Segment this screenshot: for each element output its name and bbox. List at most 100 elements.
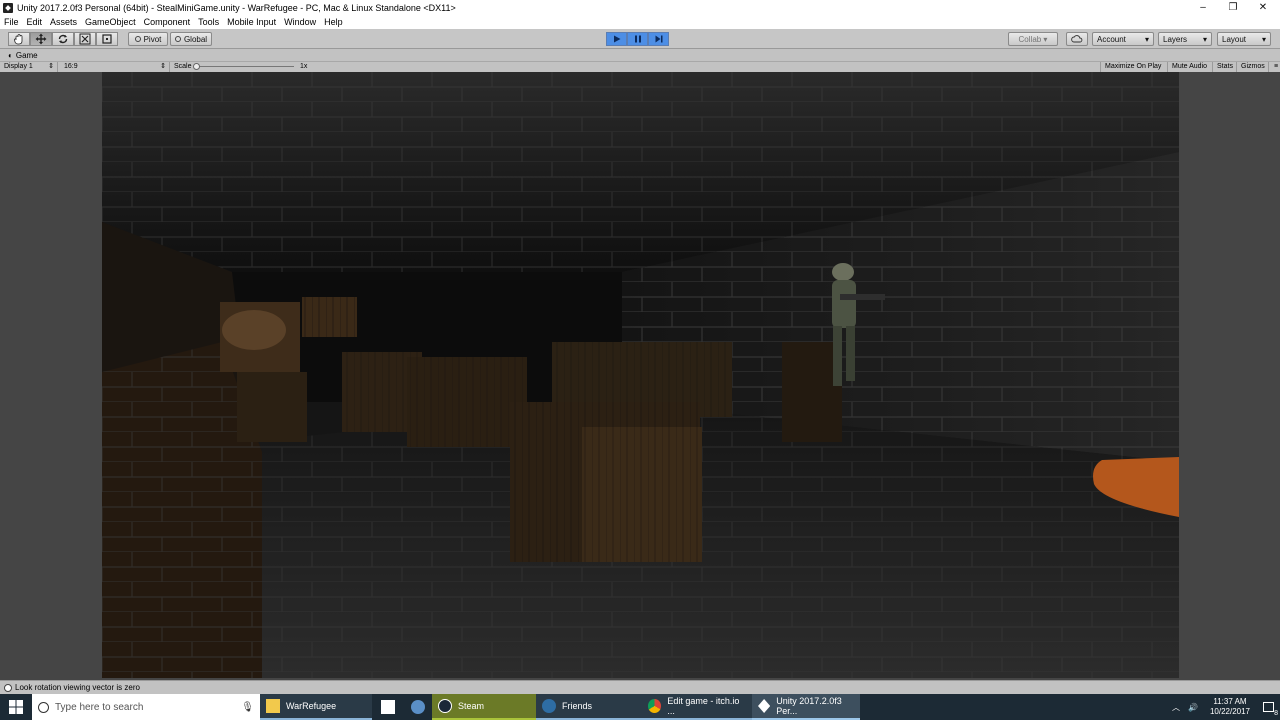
taskbar-item-store[interactable] <box>372 694 404 720</box>
scale-slider-track[interactable] <box>196 66 294 67</box>
start-button[interactable] <box>0 694 32 720</box>
clock[interactable]: 11:37 AM 10/22/2017 <box>1210 697 1250 717</box>
taskbar-search-box[interactable]: Type here to search 🎙 <box>32 694 260 720</box>
folder-icon <box>266 699 280 713</box>
collab-button[interactable]: Collab ▾ <box>1008 32 1058 46</box>
console-status-bar[interactable]: Look rotation viewing vector is zero <box>0 680 1280 694</box>
display-label: Display 1 <box>4 63 33 70</box>
store-icon <box>381 700 395 714</box>
restore-button[interactable]: ❐ <box>1218 0 1248 15</box>
notification-count: 8 <box>1274 710 1278 717</box>
chrome-icon <box>648 699 662 713</box>
account-dropdown[interactable]: Account ▾ <box>1092 32 1154 46</box>
menu-edit[interactable]: Edit <box>23 17 47 27</box>
display-dropdown[interactable]: Display 1 ⇕ <box>0 62 58 72</box>
taskbar-label: WarRefugee <box>286 701 337 711</box>
notifications-button[interactable]: 8 <box>1256 694 1280 720</box>
taskbar-item-unity[interactable]: Unity 2017.2.0f3 Per... <box>752 694 860 720</box>
step-icon <box>655 35 662 43</box>
tab-game[interactable]: ◐ Game <box>2 50 44 61</box>
pivot-toggle[interactable]: Pivot <box>128 32 168 46</box>
close-button[interactable]: ✕ <box>1248 0 1278 15</box>
pause-icon <box>634 35 641 43</box>
game-view-controls: Display 1 ⇕ 16:9 ⇕ Scale 1x Maximize On … <box>0 61 1280 72</box>
menu-mobile-input[interactable]: Mobile Input <box>223 17 280 27</box>
main-toolbar: Pivot Global Collab ▾ Account ▾ Layers ▾… <box>0 29 1280 49</box>
play-button[interactable] <box>606 32 627 46</box>
scale-value: 1x <box>300 63 308 70</box>
updown-icon: ⇕ <box>48 63 54 70</box>
steam-friends-icon <box>542 699 556 713</box>
cloud-icon <box>1071 35 1083 43</box>
microphone-icon[interactable]: 🎙 <box>241 702 254 713</box>
rect-tool-icon[interactable] <box>96 32 118 46</box>
taskbar-label: Unity 2017.2.0f3 Per... <box>776 696 842 716</box>
title-bar: Unity 2017.2.0f3 Personal (64bit) - Stea… <box>0 0 1280 15</box>
minimize-button[interactable]: – <box>1188 0 1218 15</box>
clock-time: 11:37 AM <box>1213 697 1247 706</box>
clock-date: 10/22/2017 <box>1209 707 1250 716</box>
taskbar-item-friends[interactable]: Friends <box>536 694 642 720</box>
account-label: Account <box>1097 34 1126 44</box>
scale-tool-icon[interactable] <box>74 32 96 46</box>
panel-menu-icon[interactable]: ≡ <box>1270 62 1280 72</box>
status-message: Look rotation viewing vector is zero <box>15 683 140 692</box>
taskbar-item-app[interactable] <box>404 694 432 720</box>
menu-file[interactable]: File <box>0 17 23 27</box>
menu-assets[interactable]: Assets <box>46 17 81 27</box>
taskbar-item-chrome[interactable]: Edit game - itch.io ... <box>642 694 752 720</box>
pivot-icon <box>134 36 141 42</box>
transform-tools <box>8 32 118 46</box>
chevron-down-icon: ▾ <box>1144 34 1149 44</box>
move-tool-icon[interactable] <box>30 32 52 46</box>
global-toggle[interactable]: Global <box>170 32 212 46</box>
game-render-view[interactable] <box>102 72 1179 678</box>
notification-icon <box>1262 702 1274 712</box>
collab-label: Collab ▾ <box>1018 34 1048 44</box>
chevron-down-icon: ▾ <box>1261 34 1266 44</box>
menu-window[interactable]: Window <box>280 17 320 27</box>
playback-controls <box>606 32 669 46</box>
game-tab-icon: ◐ <box>8 51 13 60</box>
unity-logo-icon <box>3 2 13 13</box>
cloud-button[interactable] <box>1066 32 1088 46</box>
menu-bar: File Edit Assets GameObject Component To… <box>0 15 1280 29</box>
volume-icon[interactable]: 🔊 <box>1188 703 1198 712</box>
menu-help[interactable]: Help <box>320 17 347 27</box>
taskbar-item-steam[interactable]: Steam <box>432 694 536 720</box>
taskbar-item-warrefugee[interactable]: WarRefugee <box>260 694 372 720</box>
layout-dropdown[interactable]: Layout ▾ <box>1217 32 1271 46</box>
scale-label: Scale <box>174 63 192 70</box>
hand-tool-icon[interactable] <box>8 32 30 46</box>
windows-taskbar: Type here to search 🎙 WarRefugee Steam F… <box>0 694 1280 720</box>
aspect-dropdown[interactable]: 16:9 ⇕ <box>60 62 170 72</box>
game-scene-image <box>102 72 1179 678</box>
global-label: Global <box>183 34 208 44</box>
stats-toggle[interactable]: Stats <box>1213 62 1237 72</box>
steam-icon <box>438 699 452 713</box>
layers-dropdown[interactable]: Layers ▾ <box>1158 32 1212 46</box>
menu-component[interactable]: Component <box>140 17 195 27</box>
windows-logo-icon <box>9 700 23 714</box>
chevron-up-icon[interactable]: ︿ <box>1172 702 1180 713</box>
rotate-tool-icon[interactable] <box>52 32 74 46</box>
menu-gameobject[interactable]: GameObject <box>81 17 140 27</box>
search-icon <box>38 701 49 713</box>
scale-slider-thumb[interactable] <box>193 63 200 70</box>
app-icon <box>411 700 425 714</box>
step-button[interactable] <box>648 32 669 46</box>
info-icon <box>4 683 12 692</box>
gizmos-dropdown[interactable]: Gizmos <box>1237 62 1269 72</box>
layout-label: Layout <box>1222 34 1247 44</box>
mute-audio-toggle[interactable]: Mute Audio <box>1168 62 1213 72</box>
aspect-label: 16:9 <box>64 63 78 70</box>
game-tab-label: Game <box>15 51 38 60</box>
game-panel-header: ◐ Game Display 1 ⇕ 16:9 ⇕ Scale 1x Maxim… <box>0 50 1280 72</box>
pause-button[interactable] <box>627 32 648 46</box>
menu-tools[interactable]: Tools <box>194 17 223 27</box>
globe-icon <box>174 36 181 42</box>
updown-icon: ⇕ <box>160 63 166 70</box>
maximize-on-play-toggle[interactable]: Maximize On Play <box>1100 62 1168 72</box>
layers-label: Layers <box>1163 34 1188 44</box>
system-tray: ︿ 🔊 11:37 AM 10/22/2017 8 <box>1172 694 1280 720</box>
